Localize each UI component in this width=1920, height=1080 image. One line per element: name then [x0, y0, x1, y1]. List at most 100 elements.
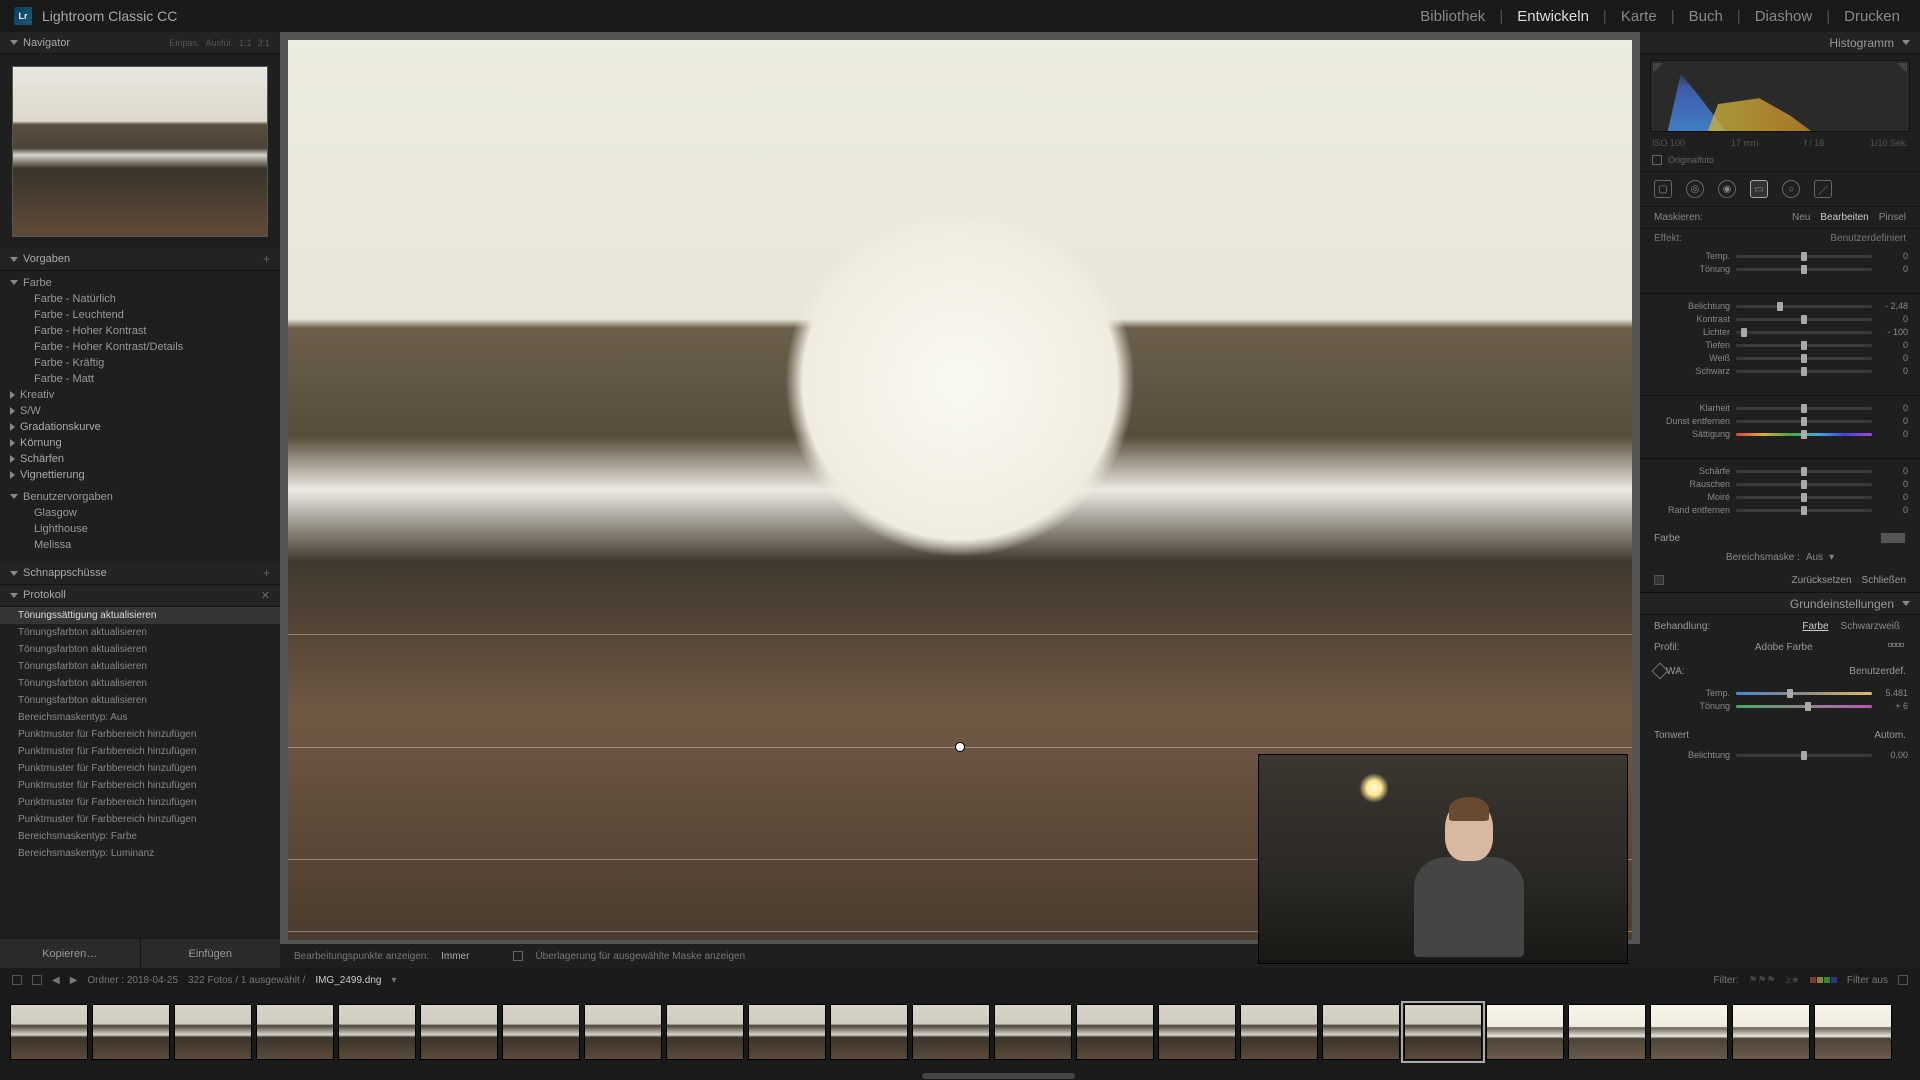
slider-value[interactable]: 0	[1878, 505, 1908, 515]
range-mask-value[interactable]: Aus	[1806, 552, 1823, 563]
slider-value[interactable]: - 100	[1878, 327, 1908, 337]
slider-track[interactable]	[1736, 305, 1872, 308]
preset-item[interactable]: Lighthouse	[10, 521, 270, 537]
slider-handle[interactable]	[1777, 302, 1783, 311]
crop-tool-icon[interactable]: ▢	[1654, 180, 1672, 198]
slider-value[interactable]: 0	[1878, 340, 1908, 350]
preset-group[interactable]: Farbe	[10, 275, 270, 291]
preset-section[interactable]: Körnung	[10, 435, 270, 451]
module-tab[interactable]: Drucken	[1838, 8, 1906, 25]
slider-value[interactable]: 0	[1878, 416, 1908, 426]
filmstrip-thumbnail[interactable]	[338, 1004, 416, 1060]
filmstrip-thumbnail[interactable]	[1650, 1004, 1728, 1060]
effect-value[interactable]: Benutzerdefiniert	[1830, 233, 1906, 244]
preset-item[interactable]: Farbe - Leuchtend	[10, 307, 270, 323]
slider-track[interactable]	[1736, 483, 1872, 486]
filmstrip-thumbnail[interactable]	[502, 1004, 580, 1060]
slider-value[interactable]: 0	[1878, 353, 1908, 363]
slider-handle[interactable]	[1805, 702, 1811, 711]
preset-item[interactable]: Melissa	[10, 537, 270, 553]
history-item[interactable]: Tönungsfarbton aktualisieren	[0, 624, 280, 641]
filmstrip[interactable]	[0, 992, 1920, 1072]
slider-handle[interactable]	[1801, 354, 1807, 363]
preset-section[interactable]: Gradationskurve	[10, 419, 270, 435]
history-item[interactable]: Punktmuster für Farbbereich hinzufügen	[0, 743, 280, 760]
slider-track[interactable]	[1736, 705, 1872, 708]
second-monitor-icon[interactable]	[12, 975, 22, 985]
original-checkbox[interactable]	[1652, 155, 1662, 165]
preset-item[interactable]: Glasgow	[10, 505, 270, 521]
history-item[interactable]: Bereichsmaskentyp: Farbe	[0, 828, 280, 845]
filmstrip-thumbnail[interactable]	[1322, 1004, 1400, 1060]
slider-track[interactable]	[1736, 331, 1872, 334]
preset-item[interactable]: Farbe - Natürlich	[10, 291, 270, 307]
filmstrip-thumbnail[interactable]	[1814, 1004, 1892, 1060]
radial-tool-icon[interactable]: ○	[1782, 180, 1800, 198]
slider-handle[interactable]	[1801, 265, 1807, 274]
preset-item[interactable]: Farbe - Matt	[10, 371, 270, 387]
module-tab[interactable]: Entwickeln	[1511, 8, 1595, 25]
paste-button[interactable]: Einfügen	[141, 939, 281, 968]
close-button[interactable]: Schließen	[1862, 575, 1906, 586]
slider-handle[interactable]	[1801, 506, 1807, 515]
user-presets-group[interactable]: Benutzervorgaben	[10, 489, 270, 505]
plus-icon[interactable]: +	[263, 566, 270, 580]
slider-handle[interactable]	[1801, 315, 1807, 324]
module-tab[interactable]: Karte	[1615, 8, 1663, 25]
filmstrip-thumbnail[interactable]	[174, 1004, 252, 1060]
filmstrip-thumbnail[interactable]	[1404, 1004, 1482, 1060]
slider-handle[interactable]	[1801, 493, 1807, 502]
dropdown-icon[interactable]: ▾	[392, 975, 397, 986]
mask-tab[interactable]: Bearbeiten	[1820, 212, 1868, 223]
slider-value[interactable]: 0	[1878, 314, 1908, 324]
slider-track[interactable]	[1736, 692, 1872, 695]
slider-handle[interactable]	[1801, 417, 1807, 426]
slider-value[interactable]: 0	[1878, 492, 1908, 502]
slider-handle[interactable]	[1801, 751, 1807, 760]
filmstrip-thumbnail[interactable]	[666, 1004, 744, 1060]
filter-lock-icon[interactable]	[1898, 975, 1908, 985]
histogram[interactable]	[1650, 60, 1910, 132]
slider-track[interactable]	[1736, 255, 1872, 258]
zoom-option[interactable]: Einpas.	[169, 38, 199, 48]
plus-icon[interactable]: +	[263, 252, 270, 266]
filmstrip-thumbnail[interactable]	[10, 1004, 88, 1060]
slider-value[interactable]: 0,00	[1878, 750, 1908, 760]
color-swatch[interactable]	[1880, 532, 1906, 544]
nav-arrow-icon[interactable]: ▶	[70, 975, 78, 986]
slider-track[interactable]	[1736, 496, 1872, 499]
slider-value[interactable]: 0	[1878, 429, 1908, 439]
treatment-option[interactable]: Schwarzweiß	[1835, 619, 1906, 634]
slider-handle[interactable]	[1801, 467, 1807, 476]
reset-button[interactable]: Zurücksetzen	[1792, 575, 1852, 586]
history-item[interactable]: Tönungsfarbton aktualisieren	[0, 641, 280, 658]
edit-points-mode[interactable]: Immer	[441, 951, 469, 962]
toggle-switch[interactable]	[1654, 575, 1664, 585]
auto-button[interactable]: Autom.	[1874, 730, 1906, 741]
overlay-checkbox[interactable]	[513, 951, 523, 961]
filmstrip-thumbnail[interactable]	[420, 1004, 498, 1060]
filmstrip-thumbnail[interactable]	[584, 1004, 662, 1060]
filmstrip-thumbnail[interactable]	[1158, 1004, 1236, 1060]
slider-value[interactable]: + 6	[1878, 701, 1908, 711]
history-item[interactable]: Punktmuster für Farbbereich hinzufügen	[0, 777, 280, 794]
slider-track[interactable]	[1736, 470, 1872, 473]
history-item[interactable]: Tönungsfarbton aktualisieren	[0, 658, 280, 675]
slider-value[interactable]: 0	[1878, 264, 1908, 274]
history-item[interactable]: Punktmuster für Farbbereich hinzufügen	[0, 760, 280, 777]
slider-value[interactable]: 0	[1878, 403, 1908, 413]
slider-handle[interactable]	[1801, 367, 1807, 376]
gradient-tool-icon[interactable]: ▭	[1750, 180, 1768, 198]
history-header[interactable]: Protokoll ✕	[0, 585, 280, 607]
profile-browser-icon[interactable]	[1888, 643, 1906, 653]
basic-header[interactable]: Grundeinstellungen	[1640, 593, 1920, 615]
navigator-thumbnail[interactable]	[12, 66, 268, 237]
preset-group[interactable]: Kreativ	[10, 387, 270, 403]
filmstrip-thumbnail[interactable]	[830, 1004, 908, 1060]
filmstrip-thumbnail[interactable]	[1486, 1004, 1564, 1060]
filmstrip-thumbnail[interactable]	[1732, 1004, 1810, 1060]
slider-track[interactable]	[1736, 370, 1872, 373]
navigator-header[interactable]: Navigator Einpas.Ausfül.1:13:1	[0, 32, 280, 54]
history-item[interactable]: Punktmuster für Farbbereich hinzufügen	[0, 726, 280, 743]
history-item[interactable]: Tönungssättigung aktualisieren	[0, 607, 280, 624]
